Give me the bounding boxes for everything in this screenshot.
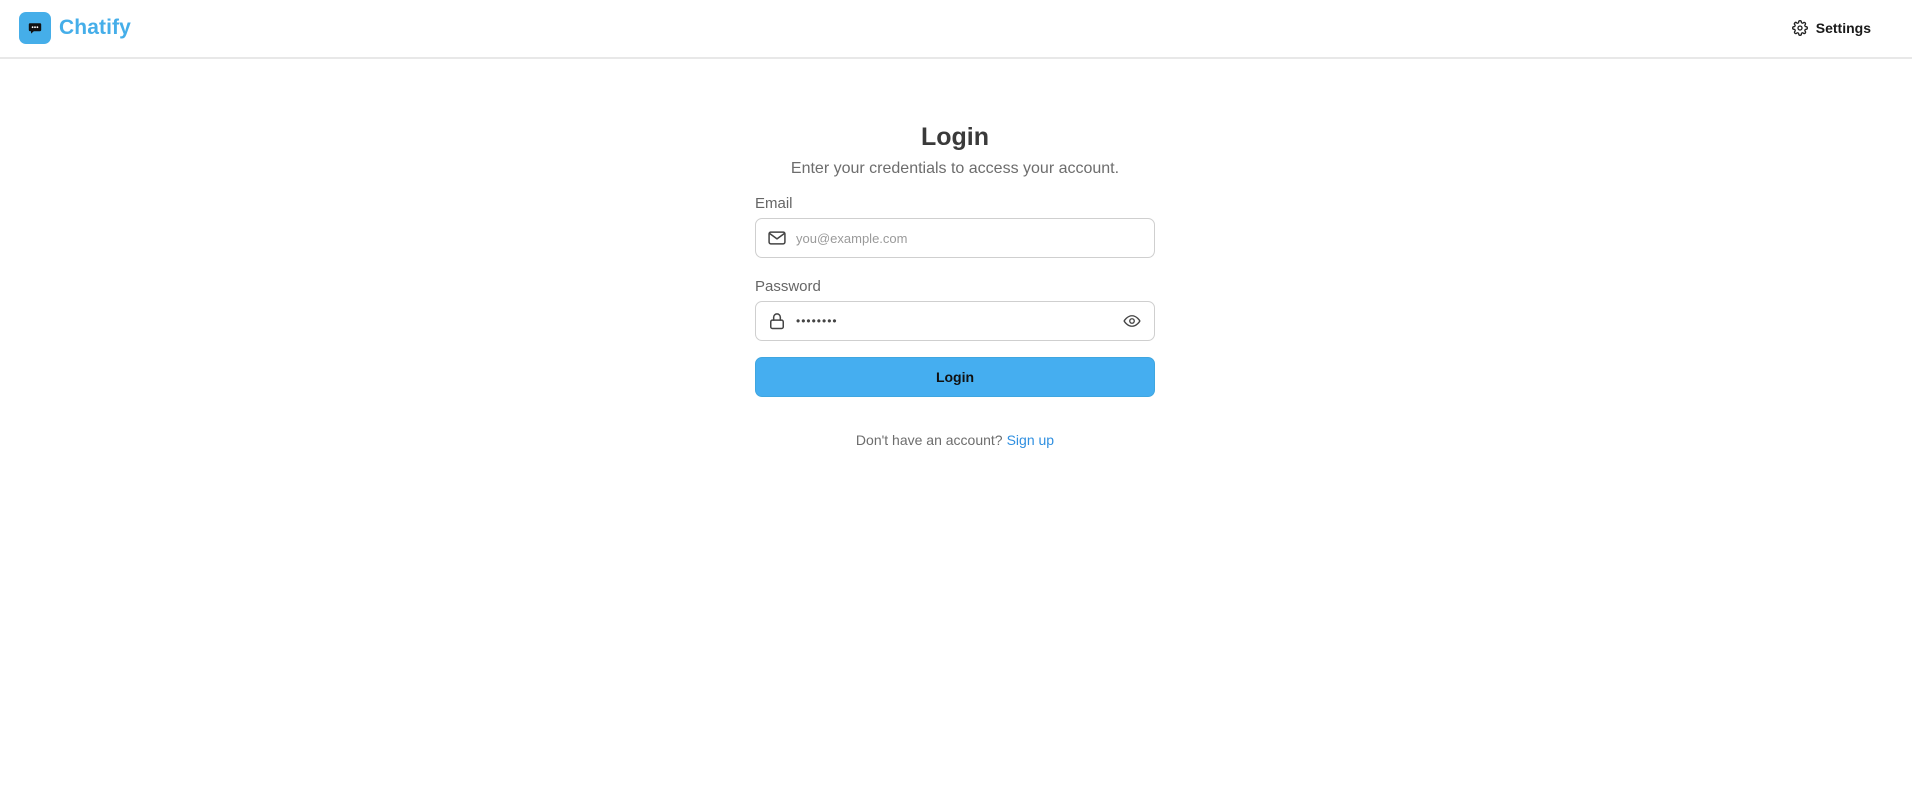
gear-icon xyxy=(1791,20,1808,36)
signup-link[interactable]: Sign up xyxy=(1007,432,1054,448)
settings-label: Settings xyxy=(1815,20,1871,36)
password-field-wrapper xyxy=(755,301,1155,341)
top-header: Chatify Settings xyxy=(0,0,1912,59)
email-input[interactable] xyxy=(796,223,1154,253)
app-root: Chatify Settings Login Enter your creden… xyxy=(0,0,1912,809)
chat-bubble-icon xyxy=(19,12,51,44)
login-button[interactable]: Login xyxy=(755,357,1155,397)
settings-button[interactable]: Settings xyxy=(1788,15,1875,41)
brand-link[interactable]: Chatify xyxy=(19,12,131,44)
signup-prompt-text: Don't have an account? xyxy=(855,432,1003,448)
page-title: Login xyxy=(920,123,990,151)
login-form: Login Enter your credentials to access y… xyxy=(755,120,1155,450)
eye-icon[interactable] xyxy=(1120,310,1144,332)
page-subtitle: Enter your credentials to access your ac… xyxy=(790,160,1120,177)
mail-icon xyxy=(766,227,788,249)
signup-prompt-line: Don't have an account? Sign up xyxy=(755,430,1155,450)
password-input[interactable] xyxy=(796,306,1120,336)
email-field-wrapper xyxy=(755,218,1155,258)
lock-icon xyxy=(766,310,788,332)
email-label: Email xyxy=(755,195,793,212)
brand-name: Chatify xyxy=(59,16,131,39)
password-label: Password xyxy=(755,278,821,295)
